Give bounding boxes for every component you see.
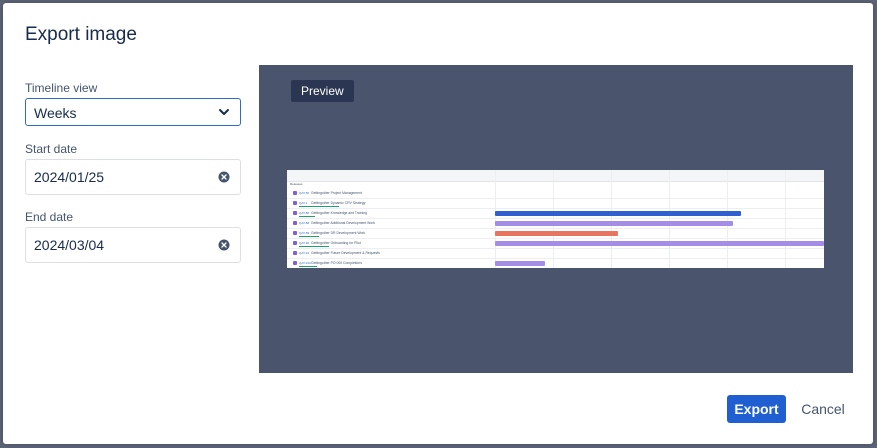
issue-key: QAT-50 <box>299 191 310 195</box>
export-button[interactable]: Export <box>727 395 786 423</box>
start-date-label: Start date <box>25 142 78 156</box>
issue-title: Gettingother Onboarding for Pilot <box>311 241 361 245</box>
progress-underline <box>299 246 329 247</box>
issue-type-icon <box>293 261 297 265</box>
issue-title: Gettingother Dynamic CRV Strategy <box>311 201 366 205</box>
issue-title: Gettingother PO 000 Completions <box>311 261 362 265</box>
start-date-field[interactable]: 2024/01/25 <box>25 159 241 195</box>
progress-underline <box>299 236 319 237</box>
thumbnail-header <box>287 170 824 182</box>
issue-type-icon <box>293 231 297 235</box>
end-date-value: 2024/03/04 <box>34 237 105 253</box>
cancel-button[interactable]: Cancel <box>795 395 851 423</box>
issue-type-icon <box>293 201 297 205</box>
preview-panel: Preview Releases QAT-50 Gettingother Pro… <box>259 65 853 373</box>
issue-title: Gettingother Project Management <box>311 191 362 195</box>
issue-key: QAT-88 <box>299 221 310 225</box>
timeline-bar <box>495 211 741 216</box>
timeline-bar <box>495 231 618 236</box>
end-date-label: End date <box>25 210 74 224</box>
clear-icon[interactable] <box>218 239 230 251</box>
issue-type-icon <box>293 251 297 255</box>
timeline-view-value: Weeks <box>34 105 77 121</box>
dialog-title: Export image <box>25 24 137 45</box>
start-date-value: 2024/01/25 <box>34 169 105 185</box>
issue-key: QAT-86 <box>299 211 310 215</box>
issue-key: QAT-1 <box>299 201 308 205</box>
timeline-bar <box>495 221 733 226</box>
issue-type-icon <box>293 211 297 215</box>
timeline-view-label: Timeline view <box>25 81 98 95</box>
issue-type-icon <box>293 221 297 225</box>
issue-title: Gettingother Additional Development Work <box>311 221 376 225</box>
chevron-down-icon <box>219 109 229 115</box>
progress-underline <box>299 206 339 207</box>
issue-type-icon <box>293 191 297 195</box>
timeline-bar <box>495 261 545 266</box>
issue-key: QAT-89 <box>299 231 310 235</box>
progress-underline <box>299 216 315 217</box>
issue-title: Gettingother Future Development & Reques… <box>311 251 380 255</box>
preview-badge: Preview <box>291 80 354 102</box>
issue-key: QAT-90 <box>299 241 310 245</box>
timeline-bar <box>495 241 824 246</box>
thumbnail-column-label: Releases <box>290 182 303 186</box>
issue-title: Gettingother Knowledge and Training <box>311 211 367 215</box>
issue-type-icon <box>293 241 297 245</box>
progress-underline <box>299 266 317 267</box>
issue-key: QAT-91 <box>299 251 310 255</box>
timeline-view-select[interactable]: Weeks <box>25 98 241 126</box>
issue-title: Gettingother DR Development Work <box>311 231 366 235</box>
export-image-dialog: Export image Timeline view Weeks Start d… <box>3 3 873 444</box>
list-item: QAT-100 Gettingother PO 000 Completions <box>287 258 824 268</box>
end-date-field[interactable]: 2024/03/04 <box>25 227 241 263</box>
issue-key: QAT-100 <box>299 261 311 265</box>
timeline-thumbnail: Releases QAT-50 Gettingother Project Man… <box>287 170 824 268</box>
clear-icon[interactable] <box>218 171 230 183</box>
